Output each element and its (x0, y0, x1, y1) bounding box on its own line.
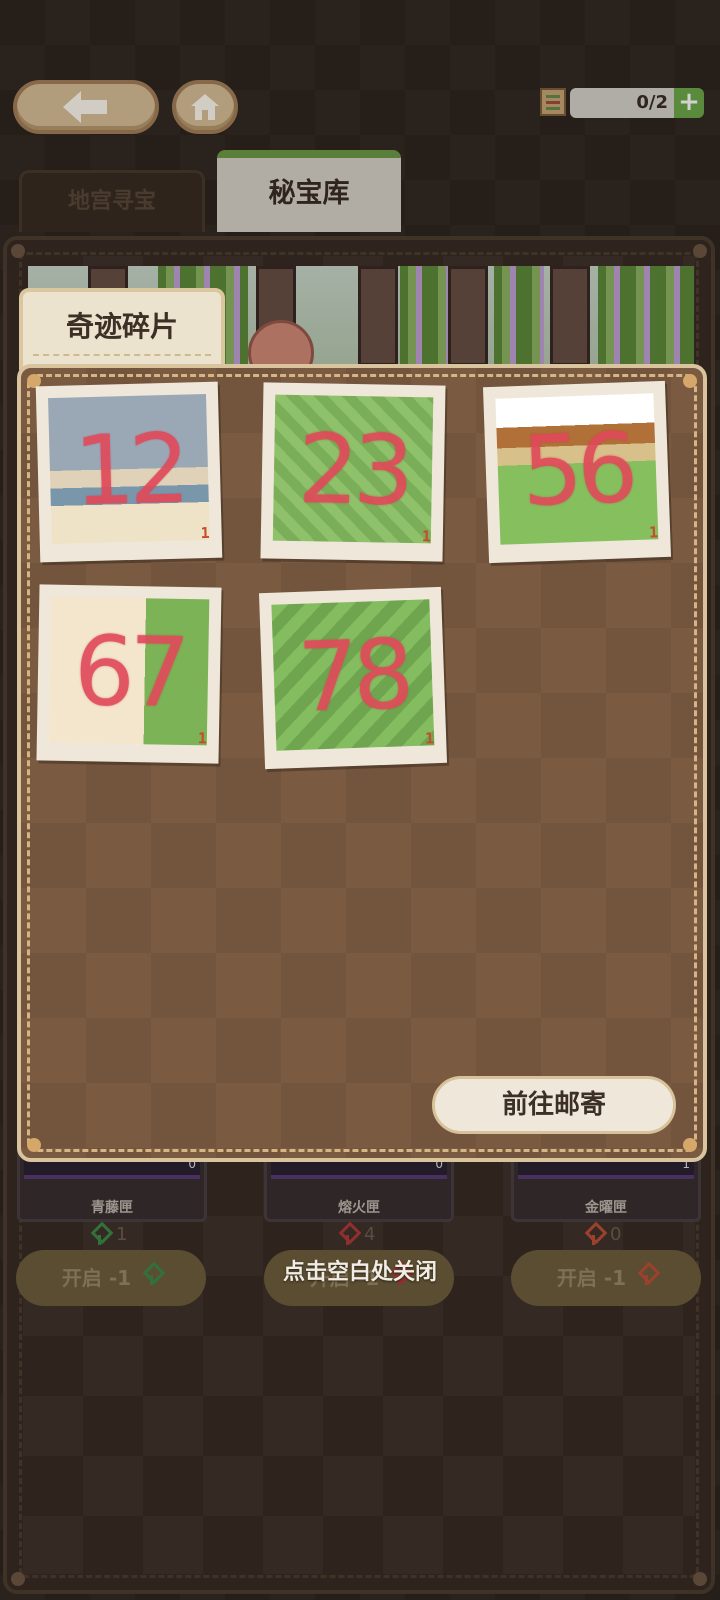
fragment-count: 1 (200, 523, 210, 543)
handwritten-number: 56 (519, 412, 634, 528)
panel-title: 奇迹碎片 (19, 288, 225, 370)
handwritten-number: 78 (295, 618, 410, 734)
fragment-count: 1 (424, 729, 435, 748)
fragment-card[interactable]: 23 1 (260, 382, 446, 562)
handwritten-number: 23 (296, 413, 410, 527)
handwritten-number: 12 (72, 412, 186, 528)
fragment-count: 1 (648, 523, 659, 542)
fragment-count: 1 (421, 527, 432, 546)
fragment-card[interactable]: 67 1 (36, 584, 222, 764)
fragment-card[interactable]: 12 1 (35, 381, 223, 563)
fragment-card[interactable]: 56 1 (482, 380, 672, 564)
handwritten-number: 67 (72, 615, 186, 729)
fragment-count: 1 (197, 729, 208, 748)
close-hint-text: 点击空白处关闭 (282, 1260, 437, 1285)
go-mail-button[interactable]: 前往邮寄 (432, 1076, 676, 1134)
fragment-card[interactable]: 78 1 (258, 586, 448, 770)
